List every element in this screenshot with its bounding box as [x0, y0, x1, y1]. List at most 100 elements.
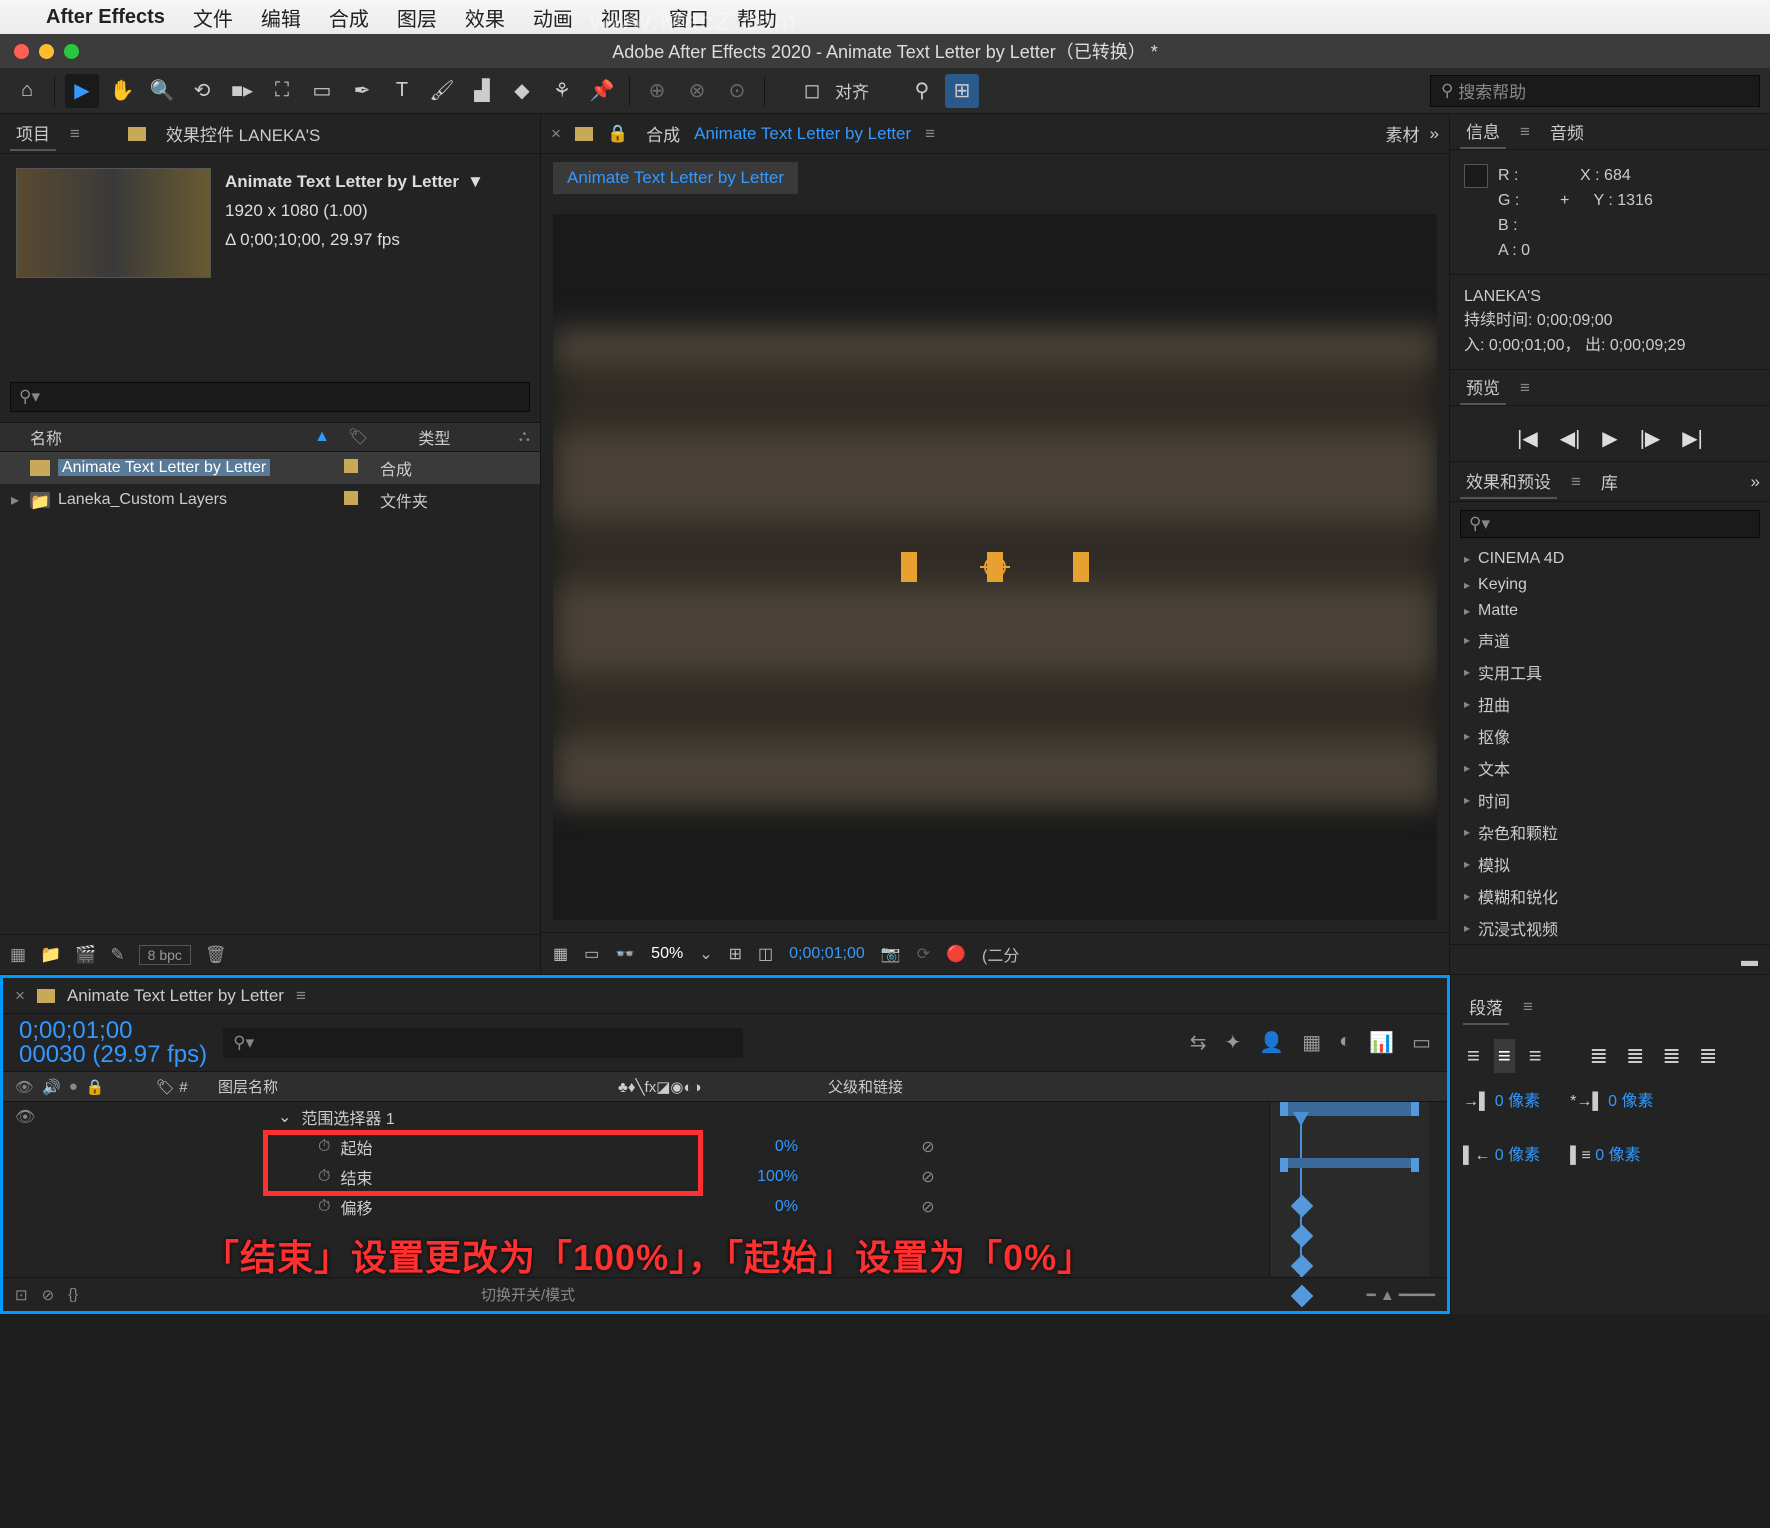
effect-category[interactable]: ▸沉浸式视频 [1450, 912, 1770, 944]
magnification-icon[interactable]: ▦ [553, 944, 568, 964]
resolution-icon[interactable]: ▭ [584, 944, 599, 964]
render-queue-icon[interactable]: ▭ [1412, 1030, 1431, 1055]
color-mgmt-icon[interactable]: 🔴 [946, 944, 966, 964]
menu-edit[interactable]: 编辑 [261, 3, 301, 32]
timeline-row-start[interactable]: ⏱起始 0% ⊘ [3, 1132, 1447, 1162]
indent-right[interactable]: 0 像素 [1495, 1147, 1540, 1164]
menu-composition[interactable]: 合成 [329, 3, 369, 32]
snapshot-icon[interactable]: 📷 [881, 944, 901, 964]
selection-tool-icon[interactable]: ▶ [65, 74, 99, 108]
more-tabs-icon[interactable]: » [1430, 124, 1439, 144]
timeline-row-selector[interactable]: 👁 ⌄范围选择器 1 [3, 1102, 1447, 1132]
pen-tool-icon[interactable]: ✒ [345, 74, 379, 108]
first-frame-icon[interactable]: |◀ [1517, 426, 1538, 451]
offset-value[interactable]: 0% [775, 1198, 798, 1215]
start-value[interactable]: 0% [775, 1138, 798, 1155]
stopwatch-icon[interactable]: ⏱ [318, 1198, 330, 1216]
dropdown-icon[interactable]: ▼ [467, 168, 484, 197]
link-icon[interactable]: ⊘ [828, 1137, 1028, 1157]
anchor-point-icon[interactable] [984, 556, 1006, 578]
align-center-icon[interactable]: ≡ [1494, 1039, 1515, 1073]
bpc-toggle[interactable]: 8 bpc [139, 945, 191, 965]
expand-icon[interactable]: ⌄ [278, 1107, 291, 1127]
flowchart-icon[interactable]: ⛬ [519, 428, 540, 446]
new-bin-icon[interactable]: ▬ [1741, 951, 1758, 970]
axis-local-icon[interactable]: ⊕ [640, 74, 674, 108]
grid-toggle-icon[interactable]: ⊞ [729, 944, 742, 964]
interpret-icon[interactable]: ▦ [10, 945, 26, 965]
align-left-icon[interactable]: ≡ [1463, 1039, 1484, 1073]
comp-tab-name[interactable]: Animate Text Letter by Letter [694, 124, 911, 144]
toggle-brackets-icon[interactable]: {} [68, 1286, 78, 1303]
effect-category[interactable]: ▸实用工具 [1450, 656, 1770, 688]
toggle-switches-icon[interactable]: ⊡ [15, 1286, 28, 1304]
hand-tool-icon[interactable]: ✋ [105, 74, 139, 108]
home-icon[interactable]: ⌂ [10, 74, 44, 108]
zoom-dropdown-icon[interactable]: ⌄ [699, 944, 712, 964]
menu-help[interactable]: 帮助 [737, 3, 777, 32]
project-search-input[interactable]: ⚲▾ [10, 382, 530, 412]
justify-last-right-icon[interactable]: ≣ [1658, 1039, 1684, 1073]
brush-tool-icon[interactable]: 🖌 [425, 74, 459, 108]
tab-effects-presets[interactable]: 效果和预设 [1460, 464, 1557, 499]
effect-category[interactable]: ▸Keying [1450, 572, 1770, 598]
keyframe-icon[interactable] [1291, 1225, 1314, 1248]
frame-blend-icon[interactable]: ▦ [1302, 1030, 1321, 1055]
col-type[interactable]: 类型 [376, 425, 450, 449]
justify-all-icon[interactable]: ≣ [1695, 1039, 1721, 1073]
color-depth-icon[interactable]: ✎ [110, 945, 124, 965]
new-folder-icon[interactable]: 📁 [40, 945, 61, 965]
panel-menu-icon[interactable]: ≡ [1520, 122, 1530, 142]
next-frame-icon[interactable]: |▶ [1640, 426, 1661, 451]
end-value[interactable]: 100% [757, 1168, 798, 1185]
more-tabs-icon[interactable]: » [1751, 472, 1760, 492]
timeline-track-area[interactable] [1269, 1102, 1429, 1277]
speaker-column-icon[interactable]: 🔊 [42, 1078, 61, 1096]
zoom-tool-icon[interactable]: 🔍 [145, 74, 179, 108]
snap-icon[interactable]: ◻ [795, 74, 829, 108]
new-comp-icon[interactable]: 🎬 [75, 945, 96, 965]
lock-icon[interactable]: 🔒 [607, 124, 628, 144]
effect-category[interactable]: ▸CINEMA 4D [1450, 546, 1770, 572]
col-layer-name[interactable]: 图层名称 [218, 1076, 618, 1097]
link-icon[interactable]: ⊘ [828, 1197, 1028, 1217]
justify-last-center-icon[interactable]: ≣ [1622, 1039, 1648, 1073]
panel-menu-icon[interactable]: ≡ [1520, 378, 1530, 398]
eraser-tool-icon[interactable]: ◆ [505, 74, 539, 108]
stopwatch-icon[interactable]: ⏱ [318, 1168, 330, 1186]
effect-category[interactable]: ▸模拟 [1450, 848, 1770, 880]
keyframe-icon[interactable] [1291, 1195, 1314, 1218]
toggle-switches-modes[interactable]: 切换开关/模式 [481, 1284, 575, 1305]
resolution-label[interactable]: (二分 [982, 942, 1019, 966]
shape-tool-icon[interactable]: ▭ [305, 74, 339, 108]
close-tab-icon[interactable]: × [551, 124, 561, 144]
timeline-time[interactable]: 0;00;01;00 [19, 1019, 207, 1043]
col-parent[interactable]: 父级和链接 [828, 1076, 1028, 1097]
tag-column-icon[interactable]: 🏷 [340, 427, 376, 447]
menu-animation[interactable]: 动画 [533, 3, 573, 32]
tab-paragraph[interactable]: 段落 [1463, 990, 1509, 1025]
indent-left[interactable]: 0 像素 [1495, 1093, 1540, 1110]
tab-preview[interactable]: 预览 [1460, 370, 1506, 405]
project-row-folder[interactable]: ▸ 📁 Laneka_Custom Layers 文件夹 [0, 484, 540, 516]
maximize-icon[interactable] [64, 44, 79, 59]
effect-category[interactable]: ▸杂色和颗粒 [1450, 816, 1770, 848]
effect-category[interactable]: ▸文本 [1450, 752, 1770, 784]
axis-world-icon[interactable]: ⊗ [680, 74, 714, 108]
timeline-tab[interactable]: Animate Text Letter by Letter [67, 986, 284, 1006]
eye-column-icon[interactable]: 👁 [15, 1078, 34, 1096]
effect-category[interactable]: ▸抠像 [1450, 720, 1770, 752]
menu-effect[interactable]: 效果 [465, 3, 505, 32]
space-before[interactable]: 0 像素 [1595, 1147, 1640, 1164]
panel-menu-icon[interactable]: ≡ [1571, 472, 1581, 492]
close-tab-icon[interactable]: × [15, 986, 25, 1006]
pan-behind-tool-icon[interactable]: ⛶ [265, 74, 299, 108]
menu-file[interactable]: 文件 [193, 3, 233, 32]
panel-menu-icon[interactable]: ≡ [925, 124, 935, 144]
pin-tool-icon[interactable]: 📌 [585, 74, 619, 108]
search-help-input[interactable]: ⚲ 搜索帮助 [1430, 75, 1760, 107]
panel-menu-icon[interactable]: ≡ [70, 124, 80, 144]
link-icon[interactable]: ⊘ [828, 1167, 1028, 1187]
close-icon[interactable] [14, 44, 29, 59]
effect-category[interactable]: ▸模糊和锐化 [1450, 880, 1770, 912]
